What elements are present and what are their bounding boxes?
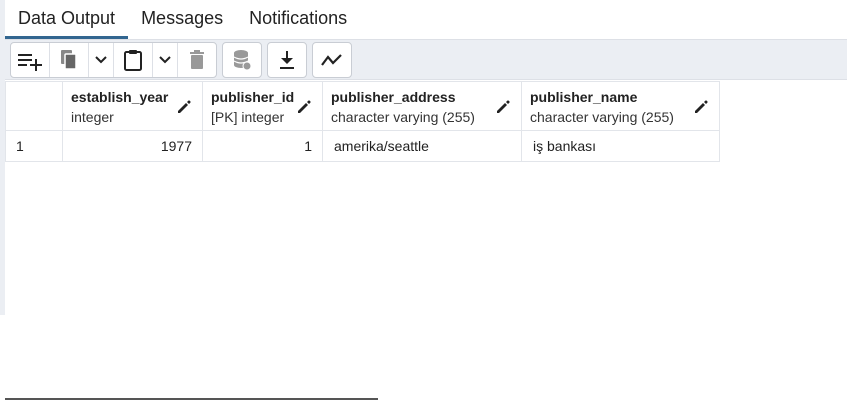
copy-options-button[interactable] <box>89 42 114 77</box>
save-data-button[interactable] <box>223 43 261 77</box>
table-cell[interactable]: amerika/seattle <box>322 130 522 162</box>
column-type: character varying (255) <box>331 109 475 125</box>
download-icon <box>280 50 294 69</box>
save-data-icon <box>233 49 252 70</box>
paste-button[interactable] <box>114 42 153 77</box>
copy-button[interactable] <box>50 42 89 77</box>
output-tabs: Data Output Messages Notifications <box>5 0 847 40</box>
row-number-header <box>5 81 63 131</box>
column-header-establish-year[interactable]: establish_year integer <box>62 81 203 131</box>
tab-notifications[interactable]: Notifications <box>236 0 360 36</box>
graph-button-group <box>312 41 352 78</box>
chevron-down-icon <box>159 55 171 63</box>
graph-visualiser-button[interactable] <box>313 43 351 77</box>
column-header-publisher-address[interactable]: publisher_address character varying (255… <box>322 81 522 131</box>
add-row-icon <box>18 53 42 71</box>
tab-data-output[interactable]: Data Output <box>5 0 129 39</box>
column-header-publisher-id[interactable]: publisher_id [PK] integer <box>202 81 323 131</box>
paste-icon <box>124 49 142 71</box>
data-toolbar <box>5 40 847 80</box>
grid-header-row: establish_year integer publisher_id [PK]… <box>5 81 720 131</box>
pencil-icon[interactable] <box>693 99 709 115</box>
table-row: 1 1977 1 amerika/seattle iş bankası <box>5 130 720 162</box>
graph-icon <box>321 53 342 66</box>
table-cell[interactable]: 1 <box>202 130 323 162</box>
tab-messages[interactable]: Messages <box>128 0 236 36</box>
pencil-icon[interactable] <box>176 99 192 115</box>
chevron-down-icon <box>95 55 107 63</box>
table-cell[interactable]: iş bankası <box>521 130 720 162</box>
data-grid: establish_year integer publisher_id [PK]… <box>5 81 720 162</box>
delete-button[interactable] <box>178 43 216 77</box>
column-name: publisher_name <box>530 89 638 105</box>
pencil-icon[interactable] <box>495 99 511 115</box>
delete-icon <box>190 49 204 69</box>
row-number[interactable]: 1 <box>5 130 63 162</box>
paste-options-button[interactable] <box>153 42 178 77</box>
column-name: publisher_address <box>331 89 456 105</box>
column-type: character varying (255) <box>530 109 674 125</box>
column-header-publisher-name[interactable]: publisher_name character varying (255) <box>521 81 720 131</box>
save-button-group <box>222 41 262 78</box>
edit-button-group <box>10 41 217 78</box>
add-row-button[interactable] <box>11 42 50 77</box>
download-button-group <box>267 41 307 78</box>
table-cell[interactable]: 1977 <box>62 130 203 162</box>
download-button[interactable] <box>268 43 306 77</box>
copy-icon <box>61 49 77 70</box>
pencil-icon[interactable] <box>296 99 312 115</box>
